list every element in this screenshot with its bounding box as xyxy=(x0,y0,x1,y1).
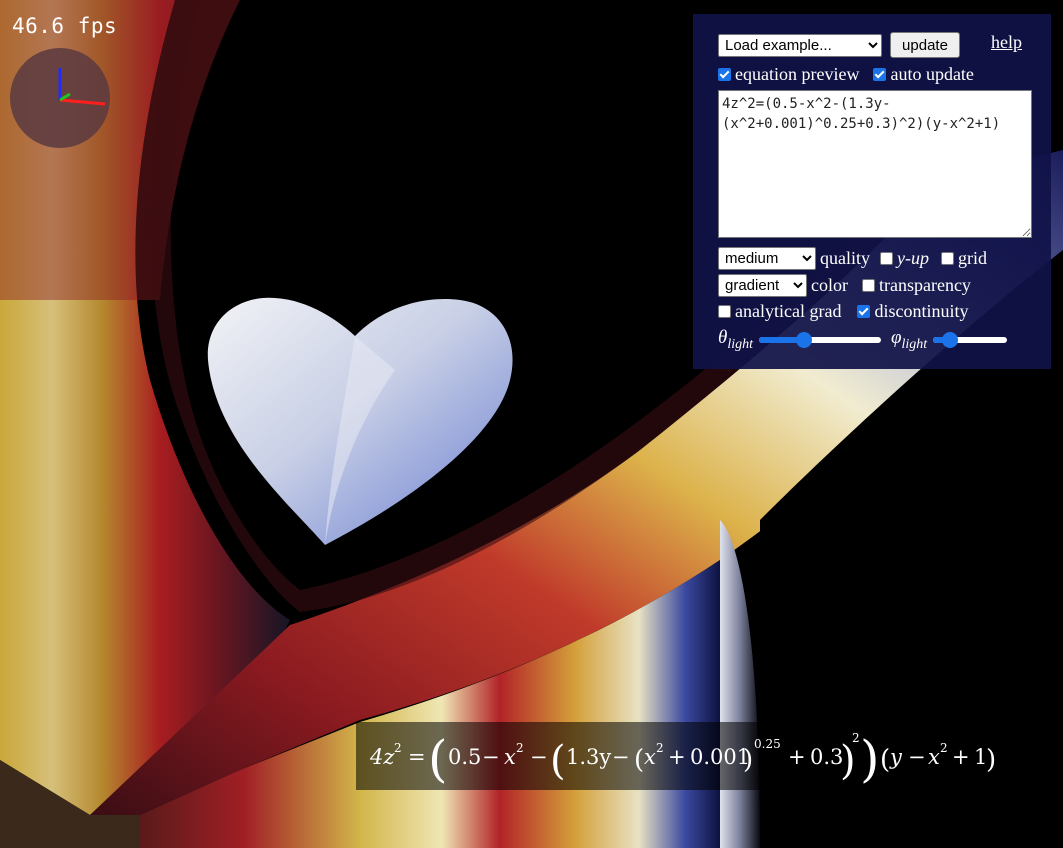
equation-preview-checkbox[interactable] xyxy=(718,68,731,81)
exp-two: 2 xyxy=(516,741,524,755)
mid-paren-open: ( xyxy=(550,738,566,784)
small-paren-close: ) xyxy=(743,745,753,775)
transparency-checkbox[interactable] xyxy=(861,279,875,292)
equals-sign: = xyxy=(408,745,426,769)
yup-checkbox[interactable] xyxy=(880,252,893,265)
term-y: y xyxy=(889,745,903,769)
transparency-label: transparency xyxy=(878,275,971,295)
small-paren-open: ( xyxy=(634,745,644,775)
big-paren-close: ) xyxy=(860,730,880,788)
equation-preview: 4z 2 = ( 0.5 − x 2 − ( 1.3y − ( x 2 + 0.… xyxy=(356,722,1003,790)
grid-checkbox[interactable] xyxy=(940,252,954,265)
exp-two: 2 xyxy=(940,741,948,755)
lhs-term: 4z xyxy=(369,745,395,769)
small-paren-close: ) xyxy=(986,745,996,775)
phi-light-slider[interactable] xyxy=(933,331,1008,348)
plus-sign: + xyxy=(952,745,970,769)
axes-gizmo[interactable] xyxy=(10,48,110,148)
plus-sign: + xyxy=(788,745,806,769)
auto-update-label: auto update xyxy=(890,64,974,84)
term-x: x xyxy=(644,745,656,769)
help-link[interactable]: help xyxy=(991,32,1022,53)
exp-two: 2 xyxy=(656,741,664,755)
phi-light-label: φlight xyxy=(891,327,928,352)
minus-sign: − xyxy=(530,745,548,769)
analytical-grad-checkbox[interactable] xyxy=(718,305,731,318)
auto-update-checkbox[interactable] xyxy=(873,68,887,81)
analytical-grad-label: analytical grad xyxy=(735,301,842,321)
lhs-exponent: 2 xyxy=(394,741,402,755)
term-d: 0.3 xyxy=(810,745,843,769)
term-b: 1.3y xyxy=(566,745,611,769)
exp-two: 2 xyxy=(852,731,860,745)
minus-sign: − xyxy=(482,745,500,769)
slider-thumb[interactable] xyxy=(796,331,813,348)
term-a: 0.5 xyxy=(448,745,481,769)
quality-select[interactable]: medium xyxy=(718,247,816,270)
small-paren-open: ( xyxy=(880,745,890,775)
plus-sign: + xyxy=(668,745,686,769)
equation-preview-label: equation preview xyxy=(735,64,860,84)
slider-thumb[interactable] xyxy=(941,331,958,348)
term-x: x xyxy=(504,745,516,769)
x-axis-icon xyxy=(59,98,106,106)
theta-light-slider[interactable] xyxy=(759,331,882,348)
minus-sign: − xyxy=(612,745,630,769)
update-button[interactable]: update xyxy=(890,32,960,58)
discontinuity-label: discontinuity xyxy=(874,301,969,321)
discontinuity-checkbox[interactable] xyxy=(857,305,871,318)
theta-light-label: θlight xyxy=(718,327,754,352)
exp-quarter: 0.25 xyxy=(754,737,781,751)
term-x: x xyxy=(928,745,940,769)
example-select[interactable]: Load example... xyxy=(718,34,882,57)
fps-counter: 46.6 fps xyxy=(12,14,118,38)
yup-label: y-up xyxy=(897,248,929,268)
equation-input[interactable] xyxy=(718,90,1032,238)
color-select[interactable]: gradient xyxy=(718,274,807,297)
minus-sign: − xyxy=(908,745,926,769)
control-panel: Load example... update help equation pre… xyxy=(693,14,1051,369)
term-c: 0.001 xyxy=(690,745,750,769)
quality-label: quality xyxy=(820,248,870,268)
color-label: color xyxy=(811,275,848,295)
grid-label: grid xyxy=(957,248,987,268)
big-paren-open: ( xyxy=(428,730,448,788)
